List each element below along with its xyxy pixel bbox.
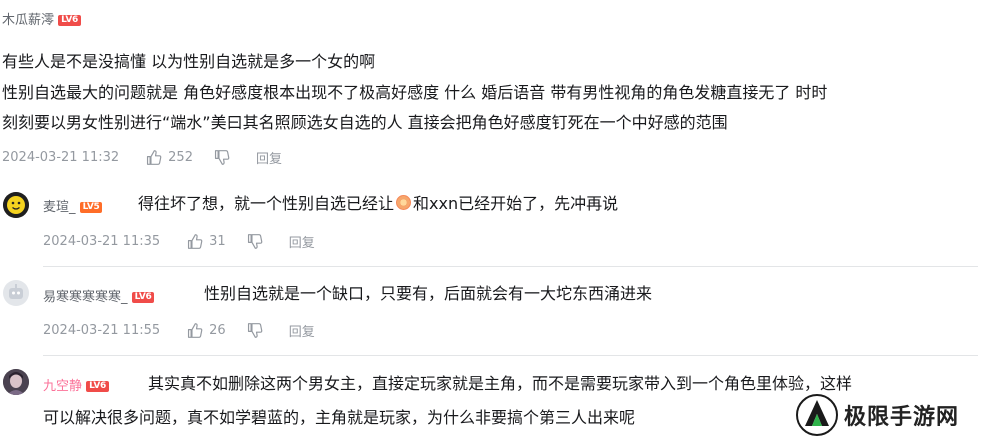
comment-time: 2024-03-21 11:32	[2, 150, 120, 165]
main-comment-line-2: 性别自选最大的问题就是 角色好感度根本出现不了极高好感度 什么 婚后语音 带有男…	[2, 83, 828, 102]
emoji-icon	[396, 195, 412, 210]
reply-username-text[interactable]: 易寒寒寒寒寒_	[43, 290, 128, 305]
thumbs-down-icon	[214, 150, 230, 165]
watermark-text: 极限手游网	[844, 405, 960, 430]
avatar[interactable]	[3, 192, 29, 218]
main-comment-line-3: 刻刻要以男女性别进行“端水”美曰其名照顾选女自选的人 直接会把角色好感度钉死在一…	[2, 113, 728, 132]
main-comment-line-1: 有些人是不是没搞懂 以为性别自选就是多一个女的啊	[2, 52, 376, 71]
like-count: 31	[209, 234, 226, 249]
avatar[interactable]	[3, 369, 29, 395]
reply-meta: 2024-03-21 11:35 31 回复	[43, 232, 315, 251]
avatar[interactable]	[3, 280, 29, 306]
thumbs-down-icon	[247, 323, 263, 338]
divider	[43, 266, 978, 267]
reply-text-line-1: 其实真不如删除这两个男女主，直接定玩家就是主角，而不是需要玩家带入到一个角色里体…	[148, 374, 853, 393]
reply-text-line-2: 可以解决很多问题，真不如学碧蓝的，主角就是玩家，为什么非要搞个第三人出来呢	[43, 408, 636, 427]
reply-button[interactable]: 回复	[289, 321, 315, 340]
reply-username-text[interactable]: 九空静	[43, 379, 82, 394]
thumbs-up-icon	[147, 150, 162, 165]
watermark: 极限手游网	[796, 394, 959, 436]
reply-username[interactable]: 麦瑄_ LV5	[43, 196, 103, 215]
thumbs-up-icon	[188, 234, 203, 249]
reply-text: 得往坏了想，就一个性别自选已经让 和xxn已经开始了，先冲再说	[138, 191, 618, 216]
reply-text-part-2: 和xxn已经开始了，先冲再说	[413, 194, 619, 213]
main-comment-meta: 2024-03-21 11:32 252 回复	[2, 148, 282, 167]
like-button[interactable]: 31	[186, 233, 226, 250]
reply-username[interactable]: 易寒寒寒寒寒_ LV6	[43, 286, 155, 305]
comment-time: 2024-03-21 11:55	[43, 323, 161, 338]
main-comment-username-text[interactable]: 木瓜薪澪	[2, 13, 54, 28]
reply-username-text[interactable]: 麦瑄_	[43, 200, 76, 215]
dislike-button[interactable]	[246, 233, 263, 250]
comment-time: 2024-03-21 11:35	[43, 234, 161, 249]
reply-username[interactable]: 九空静 LV6	[43, 375, 109, 394]
thumbs-up-icon	[188, 323, 203, 338]
reply-button[interactable]: 回复	[289, 232, 315, 251]
like-button[interactable]: 26	[186, 322, 226, 339]
avatar-image	[3, 280, 29, 306]
avatar-image	[3, 192, 29, 218]
reply-text-part-1: 得往坏了想，就一个性别自选已经让	[138, 194, 395, 213]
watermark-logo-icon	[796, 394, 838, 436]
reply-button[interactable]: 回复	[256, 148, 282, 167]
level-badge: LV6	[58, 15, 81, 26]
divider	[43, 355, 978, 356]
level-badge: LV6	[131, 292, 155, 303]
like-count: 26	[209, 323, 226, 338]
reply-text: 性别自选就是一个缺口，只要有，后面就会有一大坨东西涌进来	[204, 284, 653, 303]
level-badge: LV6	[86, 381, 109, 392]
level-badge: LV5	[79, 202, 103, 213]
dislike-button[interactable]	[213, 149, 230, 166]
dislike-button[interactable]	[246, 322, 263, 339]
reply-meta: 2024-03-21 11:55 26 回复	[43, 321, 315, 340]
like-count: 252	[168, 150, 193, 165]
like-button[interactable]: 252	[145, 149, 193, 166]
avatar-image	[3, 369, 29, 395]
thumbs-down-icon	[247, 234, 263, 249]
main-comment-username[interactable]: 木瓜薪澪 LV6	[2, 9, 81, 28]
